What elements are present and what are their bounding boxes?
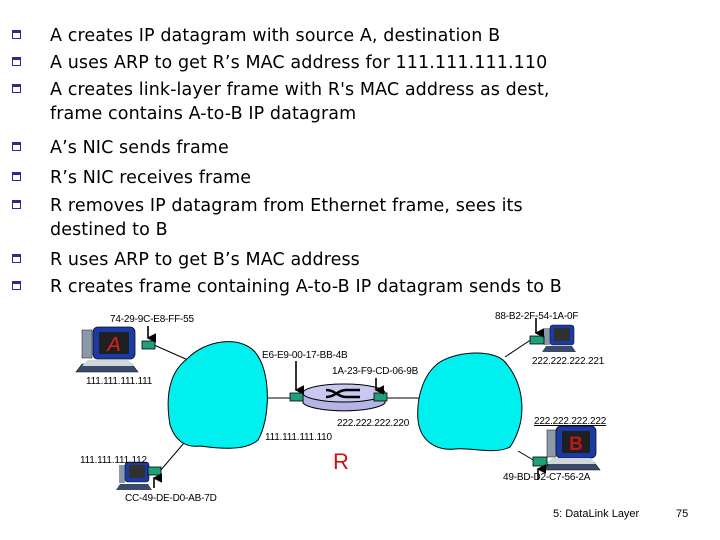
lan-cloud-right: [417, 352, 523, 452]
host-b-nic-icon: [532, 456, 548, 467]
svg-text:A: A: [106, 334, 120, 356]
host-112-mac-label: CC-49-DE-D0-AB-7D: [125, 493, 217, 504]
link-lan2-host221: [504, 338, 533, 358]
router-right-ip-label: 222.222.222.220: [337, 418, 410, 429]
host-112-ip-label: 111.111.111.112: [80, 455, 147, 466]
link-lan2-b: [517, 450, 536, 462]
router-name-label: R: [333, 449, 349, 474]
host-112-nic-icon: [147, 466, 162, 476]
host-a-ip-label: 111.111.111.111: [86, 376, 153, 387]
link-host112-lan1: [159, 442, 185, 472]
router-right-nic-icon: [373, 392, 388, 402]
router-left-mac-label: E6-E9-00-17-BB-4B: [262, 350, 348, 361]
host-221-computer-icon: [542, 324, 576, 352]
footer-chapter: 5: DataLink Layer: [553, 508, 640, 520]
router-right-mac-label: 1A-23-F9-CD-06-9B: [332, 366, 419, 377]
host-b-mac-label: 49-BD-D2-C7-56-2A: [503, 472, 591, 483]
svg-text:B: B: [569, 434, 583, 455]
host-221-mac-label: 88-B2-2F-54-1A-0F: [495, 311, 579, 322]
router-left-nic-icon: [289, 392, 304, 402]
host-112-computer-icon: [116, 461, 152, 490]
host-a-nic-icon: [141, 340, 156, 350]
host-221-ip-label: 222.222.222.221: [532, 356, 605, 367]
link-a-lan1: [153, 344, 189, 361]
host-a-mac-label: 74-29-9C-E8-FF-55: [110, 314, 194, 325]
host-a-computer-icon: A: [75, 326, 139, 373]
router-left-ip-label: 111.111.111.110: [265, 432, 332, 443]
host-221-nic-icon: [529, 335, 545, 345]
host-b-computer-icon: B: [541, 425, 601, 471]
host-b-ip-label: 222.222.222.222: [534, 416, 607, 427]
router-icon: [302, 383, 386, 412]
footer-page-number: 75: [676, 508, 689, 520]
